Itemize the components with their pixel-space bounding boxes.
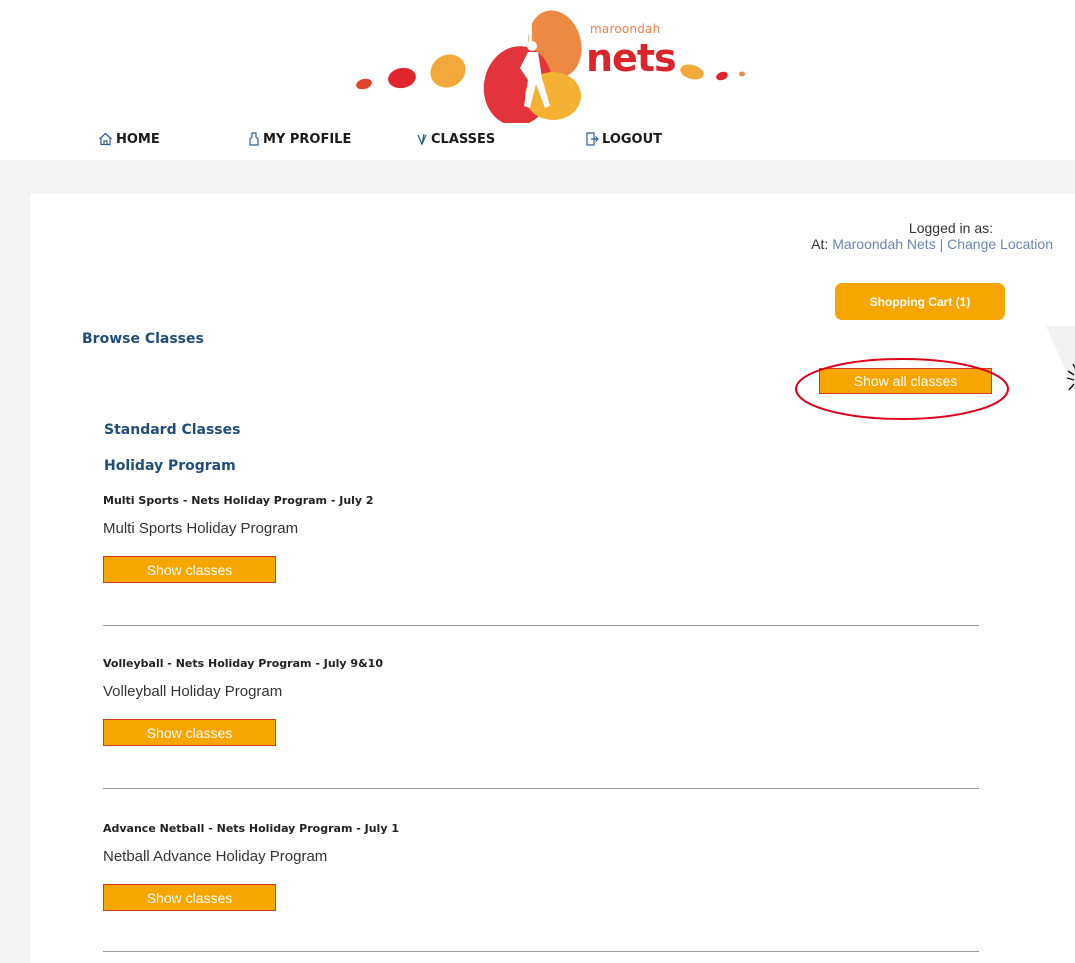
program-description: Volleyball Holiday Program — [103, 683, 283, 700]
nav-home[interactable]: HOME — [98, 132, 160, 147]
page-title: Browse Classes — [82, 331, 204, 347]
header: maroondah nets HOME MY PROFILE CLASSES L… — [0, 0, 1075, 160]
divider — [103, 951, 979, 952]
logged-in-label: Logged in as: — [908, 220, 993, 236]
program-title: Advance Netball - Nets Holiday Program -… — [103, 822, 399, 835]
show-all-classes-button[interactable]: Show all classes — [819, 368, 992, 394]
home-icon — [99, 132, 112, 146]
show-classes-button[interactable]: Show classes — [103, 556, 276, 583]
change-location-link[interactable]: Change Location — [947, 236, 1053, 252]
nav-my-profile[interactable]: MY PROFILE — [248, 132, 351, 147]
divider — [103, 788, 979, 789]
pointer-cursor-icon — [1046, 326, 1075, 393]
profile-icon — [249, 132, 259, 146]
category-holiday-program[interactable]: Holiday Program — [104, 458, 236, 474]
classes-icon — [417, 133, 427, 146]
logged-in-line: Logged in as: — [811, 220, 1053, 236]
category-standard-classes[interactable]: Standard Classes — [104, 422, 240, 438]
program-item: Multi Sports - Nets Holiday Program - Ju… — [103, 493, 979, 583]
program-title: Multi Sports - Nets Holiday Program - Ju… — [103, 494, 374, 507]
program-description: Netball Advance Holiday Program — [103, 848, 328, 865]
shopping-cart-button[interactable]: Shopping Cart (1) — [835, 283, 1005, 320]
logo-text-big: nets — [586, 36, 677, 80]
nav-profile-label: MY PROFILE — [263, 131, 352, 147]
content-area: Logged in as: At: Maroondah Nets | Chang… — [0, 160, 1075, 963]
maroondah-nets-logo[interactable]: maroondah nets — [350, 8, 790, 126]
program-title: Volleyball - Nets Holiday Program - July… — [103, 657, 383, 670]
logo-graphic — [356, 10, 745, 126]
location-line: At: Maroondah Nets | Change Location — [811, 236, 1053, 252]
program-item: Advance Netball - Nets Holiday Program -… — [103, 821, 979, 911]
divider — [103, 625, 979, 626]
nav-home-label: HOME — [116, 131, 160, 147]
location-link[interactable]: Maroondah Nets — [832, 236, 936, 252]
content-panel: Logged in as: At: Maroondah Nets | Chang… — [30, 194, 1075, 963]
show-classes-button[interactable]: Show classes — [103, 719, 276, 746]
show-classes-button[interactable]: Show classes — [103, 884, 276, 911]
location-separator: | — [939, 236, 944, 252]
program-description: Multi Sports Holiday Program — [103, 520, 299, 537]
program-item: Volleyball - Nets Holiday Program - July… — [103, 656, 979, 746]
nav-classes[interactable]: CLASSES — [416, 132, 495, 147]
nav-logout[interactable]: LOGOUT — [585, 132, 662, 147]
nav-logout-label: LOGOUT — [602, 131, 663, 147]
location-at-label: At: — [811, 236, 829, 252]
nav-classes-label: CLASSES — [431, 131, 496, 147]
logout-icon — [586, 132, 599, 146]
login-info: Logged in as: At: Maroondah Nets | Chang… — [811, 220, 1053, 252]
logo-text-small: maroondah — [590, 22, 661, 36]
